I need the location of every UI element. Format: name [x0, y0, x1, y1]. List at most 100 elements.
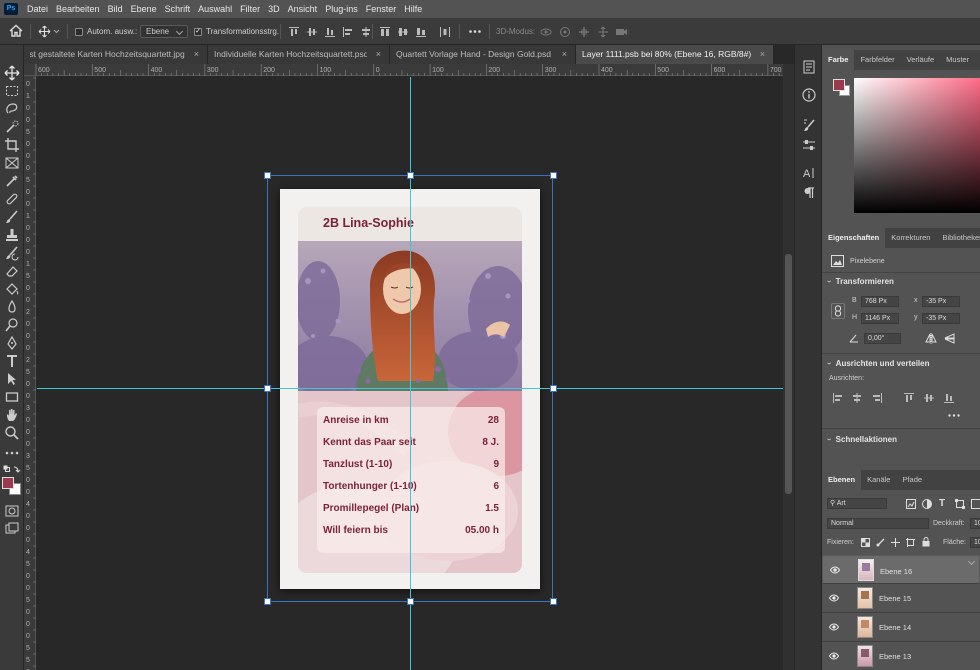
quick-actions-header[interactable]: Schnellaktionen	[828, 435, 897, 444]
auto-select-dropdown[interactable]: Ebene	[140, 24, 189, 39]
swap-colors-icon[interactable]	[3, 465, 21, 477]
pen-tool-icon[interactable]	[4, 335, 20, 351]
menu-bearbeiten[interactable]: Bearbeiten	[52, 4, 104, 14]
marquee-tool-icon[interactable]	[4, 83, 20, 99]
eyedropper-tool-icon[interactable]	[4, 173, 20, 189]
align-vcenter-icon[interactable]	[307, 27, 317, 37]
3d-camera-icon[interactable]	[615, 26, 627, 36]
home-icon[interactable]	[9, 24, 23, 37]
visibility-eye-icon[interactable]	[829, 623, 839, 631]
tab-bibliotheken[interactable]: Bibliotheken	[936, 228, 980, 248]
auto-select-box[interactable]	[75, 27, 83, 36]
transform-bounding-box[interactable]	[267, 175, 553, 602]
filter-smart-object-icon[interactable]	[971, 499, 980, 509]
menu-datei[interactable]: Datei	[23, 4, 52, 14]
align-horizontal-centers-icon[interactable]	[852, 393, 862, 403]
visibility-eye-icon[interactable]	[829, 652, 839, 660]
height-field[interactable]: 1146 Px	[861, 313, 899, 324]
align-bottom-edges-icon[interactable]	[944, 393, 954, 403]
align-hcenter-icon[interactable]	[361, 27, 371, 37]
scroll-thumb[interactable]	[785, 254, 792, 494]
transform-controls-checkbox[interactable]: ✓ Transformationsstrg.	[194, 24, 279, 39]
filter-adjustment-icon[interactable]	[922, 499, 932, 509]
align-bottom-icon[interactable]	[325, 27, 335, 37]
screen-mode-icon[interactable]	[4, 521, 20, 537]
tab-document-3[interactable]: Quartett Vorlage Hand - Design Gold.psd ×	[390, 45, 576, 64]
transform-controls-box[interactable]: ✓	[194, 27, 202, 36]
foreground-color-swatch[interactable]	[2, 477, 14, 489]
ruler-origin[interactable]	[24, 64, 36, 76]
distribute-top-icon[interactable]	[380, 27, 390, 37]
layer-row-ebene-16[interactable]: Ebene 16	[822, 555, 980, 584]
lasso-tool-icon[interactable]	[4, 101, 20, 117]
y-field[interactable]: -35 Px	[922, 313, 960, 324]
adjustments-sliders-icon[interactable]	[801, 137, 817, 153]
align-top-edges-icon[interactable]	[904, 393, 914, 403]
more-align-options-icon[interactable]	[948, 414, 960, 417]
menu-schrift[interactable]: Schrift	[161, 4, 195, 14]
document-canvas[interactable]: 2B Lina-Sophie Anreise in km 28 Kennt da…	[37, 77, 783, 670]
brush-tool-icon[interactable]	[4, 209, 20, 225]
layer-filter-dropdown[interactable]: ⚲ Art	[827, 498, 887, 509]
3d-orbit-icon[interactable]	[540, 26, 552, 36]
healing-brush-tool-icon[interactable]	[4, 191, 20, 207]
align-section-header[interactable]: Ausrichten und verteilen	[828, 359, 930, 368]
tab-document-1[interactable]: selbst gestaltete Karten Hochzeitsquarte…	[24, 45, 208, 64]
menu-3d[interactable]: 3D	[264, 4, 284, 14]
auto-select-value[interactable]: Ebene	[140, 25, 189, 38]
menu-fenster[interactable]: Fenster	[362, 4, 401, 14]
distribute-bottom-icon[interactable]	[416, 27, 426, 37]
lock-artboard-icon[interactable]	[906, 538, 915, 547]
tab-verlaeufe[interactable]: Verläufe	[901, 50, 941, 70]
tab-muster[interactable]: Muster	[940, 50, 975, 70]
transform-handle-left[interactable]	[264, 385, 271, 392]
menu-ansicht[interactable]: Ansicht	[284, 4, 322, 14]
distribute-vcenter-icon[interactable]	[398, 27, 408, 37]
transform-handle-top-right[interactable]	[550, 172, 557, 179]
tab-ebenen[interactable]: Ebenen	[822, 470, 862, 490]
align-left-icon[interactable]	[343, 27, 353, 37]
hand-tool-icon[interactable]	[4, 407, 20, 423]
tab-korrekturen[interactable]: Korrekturen	[885, 228, 936, 248]
transform-handle-right[interactable]	[550, 385, 557, 392]
color-picker-field[interactable]	[854, 78, 980, 213]
more-tools-icon[interactable]	[4, 445, 20, 461]
auto-select-checkbox[interactable]: Autom. ausw.:	[75, 24, 137, 39]
history-panel-icon[interactable]	[801, 59, 817, 75]
layer-row-ebene-15[interactable]: Ebene 15	[822, 584, 980, 613]
quick-selection-tool-icon[interactable]	[4, 119, 20, 135]
blur-tool-icon[interactable]	[4, 299, 20, 315]
visibility-eye-icon[interactable]	[830, 566, 840, 574]
close-icon[interactable]: ×	[194, 45, 199, 64]
quick-mask-icon[interactable]	[4, 503, 20, 519]
transform-handle-bottom-right[interactable]	[550, 598, 557, 605]
align-vertical-centers-icon[interactable]	[924, 393, 934, 403]
menu-hilfe[interactable]: Hilfe	[400, 4, 426, 14]
align-left-edges-icon[interactable]	[833, 393, 843, 403]
close-icon[interactable]: ×	[376, 45, 381, 64]
color-panel-foreground-swatch[interactable]	[833, 79, 845, 91]
tab-eigenschaften[interactable]: Eigenschaften	[822, 228, 886, 248]
close-icon[interactable]: ×	[760, 45, 765, 64]
3d-roll-icon[interactable]	[559, 26, 570, 37]
more-options-icon[interactable]	[469, 30, 481, 33]
blend-mode-dropdown[interactable]: Normal	[827, 518, 929, 529]
tab-farbfelder[interactable]: Farbfelder	[854, 50, 900, 70]
tab-kanaele[interactable]: Kanäle	[861, 470, 896, 490]
dodge-tool-icon[interactable]	[4, 317, 20, 333]
clone-stamp-tool-icon[interactable]	[4, 227, 20, 243]
transform-handle-top[interactable]	[407, 172, 414, 179]
fill-field[interactable]: 10	[970, 537, 980, 548]
lock-position-icon[interactable]	[891, 538, 900, 547]
link-proportions-icon[interactable]	[831, 303, 845, 319]
history-brush-tool-icon[interactable]	[4, 245, 20, 261]
menu-filter[interactable]: Filter	[236, 4, 264, 14]
tab-document-2[interactable]: Individuelle Karten Hochzeitsquartett.ps…	[208, 45, 390, 64]
path-selection-tool-icon[interactable]	[4, 371, 20, 387]
3d-slide-icon[interactable]	[597, 26, 608, 38]
lock-image-pixels-icon[interactable]	[876, 538, 885, 547]
character-panel-icon[interactable]: A	[801, 165, 817, 181]
flip-horizontal-icon[interactable]	[925, 333, 937, 344]
zoom-tool-icon[interactable]	[4, 425, 20, 441]
opacity-field[interactable]: 10	[970, 518, 980, 529]
